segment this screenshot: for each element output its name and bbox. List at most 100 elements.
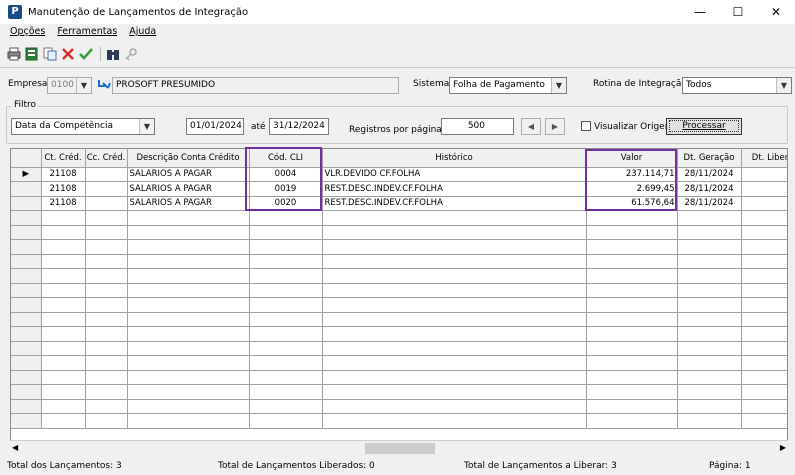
cell-valor[interactable]: 2.699,45 — [586, 181, 678, 197]
empty-cell — [85, 355, 128, 371]
row-indicator — [11, 355, 42, 371]
cell-descricao[interactable]: SALARIOS A PAGAR — [127, 181, 250, 197]
date-to-input[interactable]: 31/12/2024 — [269, 118, 329, 135]
row-indicator[interactable] — [11, 181, 42, 197]
export-icon[interactable] — [24, 46, 40, 62]
empty-cell — [41, 384, 86, 400]
cell-dt-geracao[interactable]: 28/11/2024 — [677, 181, 742, 197]
next-page-button[interactable]: ▶ — [545, 118, 565, 135]
filtro-type-select[interactable]: Data da Competência ▼ — [11, 118, 155, 135]
chevron-down-icon[interactable]: ▼ — [776, 78, 791, 93]
table-row[interactable]: ▶ 21108 SALARIOS A PAGAR 0004 VLR.DEVIDO CF.… — [11, 167, 787, 182]
processar-button[interactable]: Processar — [666, 118, 742, 135]
key-icon[interactable] — [123, 46, 139, 62]
cell-dt-geracao[interactable]: 28/11/2024 — [677, 167, 742, 182]
col-descricao[interactable]: Descrição Conta Crédito — [127, 149, 250, 168]
scroll-left-icon[interactable]: ◀ — [12, 443, 18, 452]
scroll-thumb[interactable] — [365, 443, 435, 454]
cell-cod-cli[interactable]: 0004 — [249, 167, 323, 182]
cell-dt-geracao[interactable]: 28/11/2024 — [677, 196, 742, 211]
empty-cell — [586, 413, 678, 429]
sistema-select[interactable]: Folha de Pagamento ▼ — [449, 77, 567, 94]
row-indicator — [11, 312, 42, 327]
app-icon: P — [8, 5, 22, 19]
cell-historico[interactable]: REST.DESC.INDEV.CF.FOLHA — [322, 196, 587, 211]
current-row-indicator-icon[interactable]: ▶ — [11, 167, 42, 182]
col-dt-liber[interactable]: Dt. Liber. — [741, 149, 787, 168]
empty-cell — [249, 384, 323, 400]
cell-cc-cred[interactable] — [85, 196, 128, 211]
date-from-input[interactable]: 01/01/2024 — [186, 118, 244, 135]
cell-ct-cred[interactable]: 21108 — [41, 196, 86, 211]
cell-cod-cli[interactable]: 0019 — [249, 181, 323, 197]
empty-cell — [677, 254, 742, 269]
empty-cell — [677, 239, 742, 255]
delete-icon[interactable] — [60, 46, 76, 62]
cell-historico[interactable]: REST.DESC.INDEV.CF.FOLHA — [322, 181, 587, 197]
menu-ferramentas[interactable]: Ferramentas — [57, 26, 117, 42]
cell-ct-cred[interactable]: 21108 — [41, 181, 86, 197]
printer-icon[interactable] — [6, 46, 22, 62]
ate-label: até — [251, 122, 266, 132]
empty-cell — [677, 399, 742, 414]
empty-cell — [586, 370, 678, 385]
close-button[interactable]: ✕ — [757, 0, 795, 24]
empty-cell — [41, 225, 86, 240]
row-indicator[interactable] — [11, 196, 42, 211]
empty-cell — [249, 210, 323, 226]
empty-cell — [741, 225, 787, 240]
cell-descricao[interactable]: SALARIOS A PAGAR — [127, 196, 250, 211]
col-ct-cred[interactable]: Ct. Créd. — [41, 149, 86, 168]
binoculars-icon[interactable] — [105, 46, 121, 62]
cell-descricao[interactable]: SALARIOS A PAGAR — [127, 167, 250, 182]
registros-input[interactable]: 500 — [441, 118, 514, 135]
empty-cell — [741, 384, 787, 400]
col-dt-geracao[interactable]: Dt. Geração — [677, 149, 742, 168]
empty-cell — [586, 239, 678, 255]
cell-historico[interactable]: VLR.DEVIDO CF.FOLHA — [322, 167, 587, 182]
cell-dt-liber[interactable] — [741, 181, 787, 197]
col-historico[interactable]: Histórico — [322, 149, 587, 168]
row-indicator — [11, 341, 42, 356]
col-valor[interactable]: Valor — [586, 149, 678, 168]
cell-ct-cred[interactable]: 21108 — [41, 167, 86, 182]
chevron-down-icon[interactable]: ▼ — [76, 78, 91, 93]
empty-cell — [85, 326, 128, 342]
table-row[interactable]: 21108 SALARIOS A PAGAR 0020 REST.DESC.INDEV… — [11, 196, 787, 211]
menu-opcoes[interactable]: Opções — [10, 26, 45, 42]
visualizar-origem-checkbox[interactable] — [581, 121, 591, 131]
rotina-select[interactable]: Todos ▼ — [682, 77, 792, 94]
scroll-right-icon[interactable]: ▶ — [780, 443, 786, 452]
empty-cell — [85, 341, 128, 356]
cell-valor[interactable]: 237.114,71 — [586, 167, 678, 182]
col-cod-cli[interactable]: Cód. CLI — [249, 149, 323, 168]
cell-cc-cred[interactable] — [85, 181, 128, 197]
empty-table-row — [11, 268, 787, 284]
copy-icon[interactable] — [42, 46, 58, 62]
empty-cell — [41, 326, 86, 342]
cell-cod-cli[interactable]: 0020 — [249, 196, 323, 211]
chevron-down-icon[interactable]: ▼ — [551, 78, 566, 93]
horizontal-scrollbar[interactable]: ◀ ▶ — [10, 440, 788, 456]
cell-dt-liber[interactable] — [741, 167, 787, 182]
empty-cell — [249, 312, 323, 327]
cell-valor[interactable]: 61.576,64 — [586, 196, 678, 211]
empty-cell — [586, 399, 678, 414]
empty-cell — [741, 210, 787, 226]
maximize-button[interactable]: ☐ — [719, 0, 757, 24]
cell-cc-cred[interactable] — [85, 167, 128, 182]
minimize-button[interactable]: — — [681, 0, 719, 24]
chevron-down-icon[interactable]: ▼ — [139, 119, 154, 134]
table-row[interactable]: 21108 SALARIOS A PAGAR 0019 REST.DESC.INDEV… — [11, 181, 787, 197]
empresa-code-field[interactable]: 0100 ▼ — [47, 77, 92, 94]
menu-ajuda[interactable]: Ajuda — [129, 26, 156, 42]
lookup-icon[interactable] — [97, 78, 111, 92]
empty-cell — [249, 355, 323, 371]
col-cc-cred[interactable]: Cc. Créd. — [85, 149, 128, 168]
row-indicator — [11, 297, 42, 313]
cell-dt-liber[interactable] — [741, 196, 787, 211]
empty-cell — [127, 254, 250, 269]
confirm-icon[interactable] — [78, 46, 94, 62]
prev-page-button[interactable]: ◀ — [521, 118, 541, 135]
empty-cell — [677, 268, 742, 284]
